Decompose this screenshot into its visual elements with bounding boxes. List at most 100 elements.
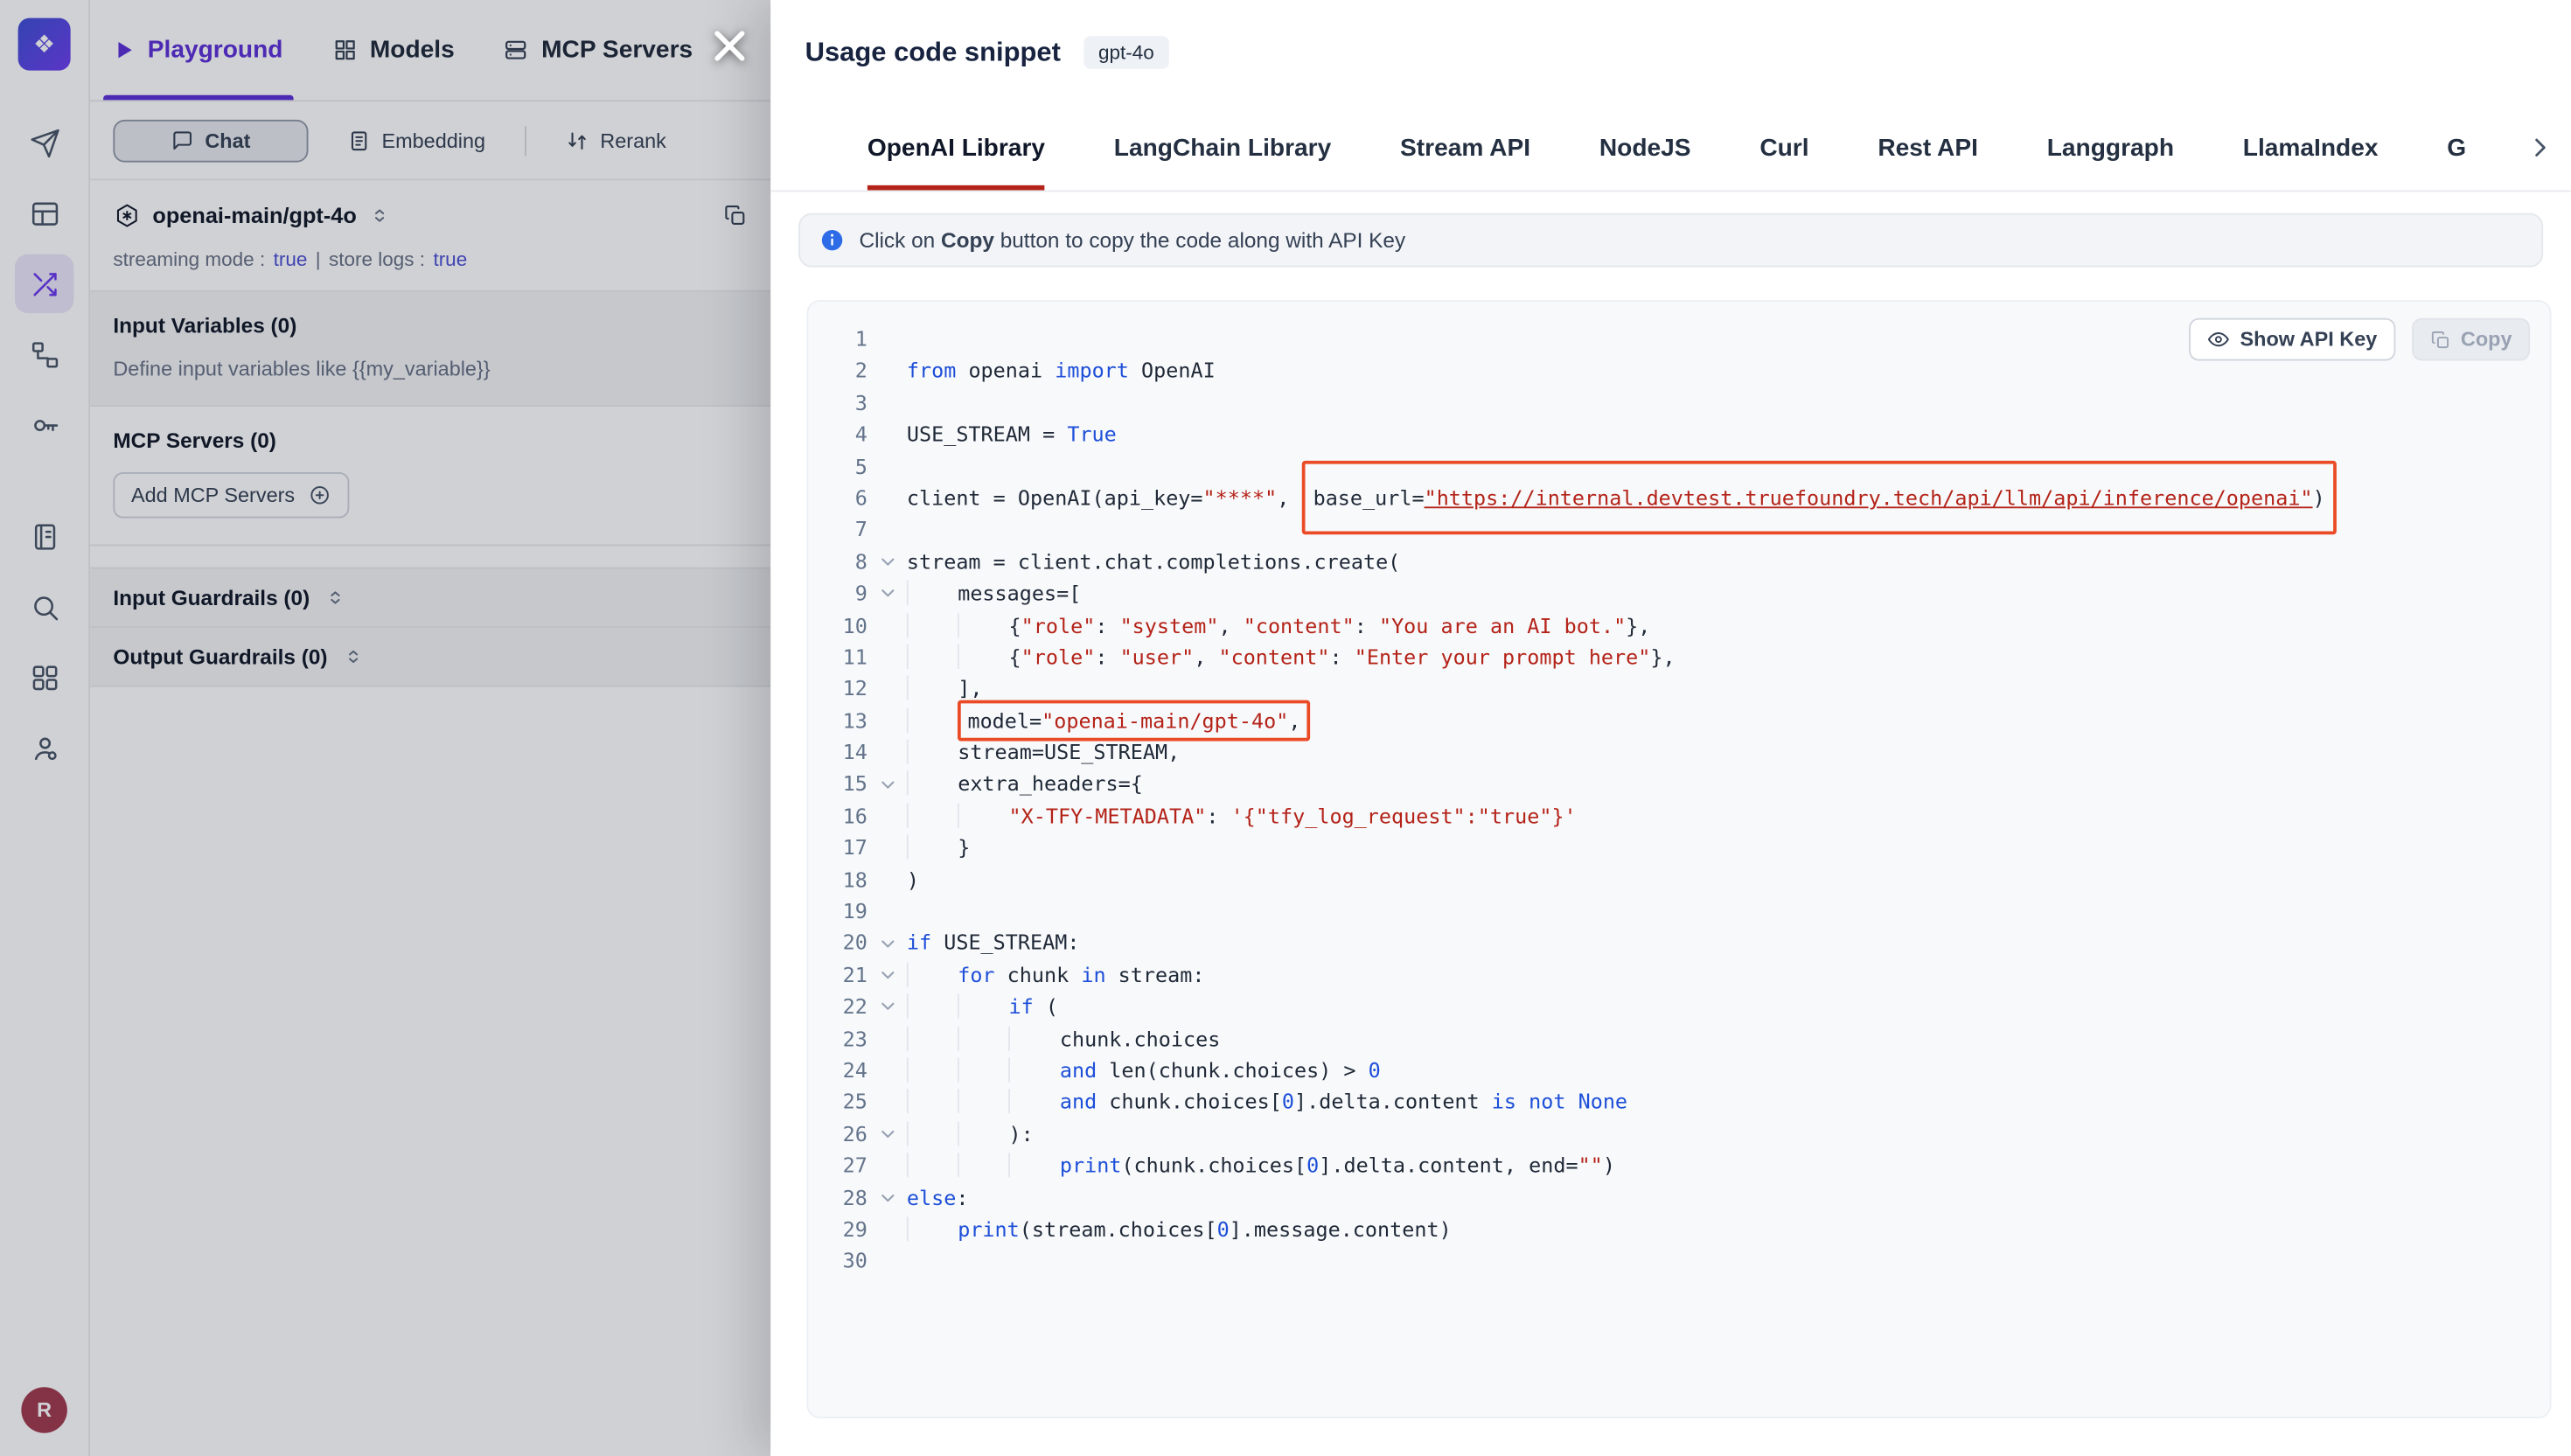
line-number: 19	[819, 895, 867, 927]
fold-toggle-icon[interactable]	[867, 768, 907, 799]
fold-gutter	[867, 418, 907, 449]
line-number: 30	[819, 1245, 867, 1277]
line-number: 24	[819, 1055, 867, 1086]
fold-gutter	[867, 1213, 907, 1244]
info-banner-text: Click on Copy button to copy the code al…	[860, 228, 1406, 253]
code-line: 10 {"role": "system", "content": "You ar…	[819, 610, 2550, 641]
fold-toggle-icon[interactable]	[867, 577, 907, 609]
drawer-tab-rest-api[interactable]: Rest API	[1878, 105, 1978, 191]
drawer-tab-stream-api[interactable]: Stream API	[1400, 105, 1530, 191]
line-number: 10	[819, 610, 867, 641]
fold-gutter	[867, 514, 907, 546]
code-line: 16 "X-TFY-METADATA": '{"tfy_log_request"…	[819, 800, 2550, 832]
fold-toggle-icon[interactable]	[867, 1118, 907, 1149]
drawer-tab-langchain-library[interactable]: LangChain Library	[1114, 105, 1331, 191]
code-line: 26 ):	[819, 1118, 2550, 1149]
info-icon	[820, 228, 845, 253]
code-line: 4USE_STREAM = True	[819, 418, 2550, 449]
fold-gutter	[867, 482, 907, 513]
code-line: 18)	[819, 863, 2550, 895]
line-number: 28	[819, 1181, 867, 1213]
line-number: 15	[819, 768, 867, 799]
code-line: 22 if (	[819, 991, 2550, 1022]
drawer-tab-g[interactable]: G	[2447, 105, 2466, 191]
code-line: 20if USE_STREAM:	[819, 927, 2550, 958]
line-number: 6	[819, 482, 867, 513]
line-number: 29	[819, 1213, 867, 1244]
modal-backdrop[interactable]	[0, 0, 770, 1456]
model-badge: gpt-4o	[1083, 36, 1169, 69]
line-number: 9	[819, 577, 867, 609]
copy-button[interactable]: Copy	[2412, 318, 2530, 361]
fold-gutter	[867, 387, 907, 418]
drawer-tab-openai-library[interactable]: OpenAI Library	[867, 105, 1045, 191]
fold-toggle-icon[interactable]	[867, 927, 907, 958]
line-number: 4	[819, 418, 867, 449]
fold-toggle-icon[interactable]	[867, 546, 907, 577]
line-number: 23	[819, 1022, 867, 1054]
highlight-box: model="openai-main/gpt-4o",	[958, 700, 1311, 741]
copy-icon	[2429, 329, 2450, 350]
line-number: 12	[819, 672, 867, 704]
code-line: 21 for chunk in stream:	[819, 959, 2550, 991]
code-actions: Show API Key Copy	[2189, 318, 2530, 361]
fold-gutter	[867, 895, 907, 927]
fold-toggle-icon[interactable]	[867, 959, 907, 991]
code-line: 8stream = client.chat.completions.create…	[819, 546, 2550, 577]
fold-toggle-icon[interactable]	[867, 991, 907, 1022]
drawer-tab-langgraph[interactable]: Langgraph	[2047, 105, 2174, 191]
copy-label: Copy	[2461, 328, 2512, 351]
line-number: 18	[819, 863, 867, 895]
fold-gutter	[867, 1022, 907, 1054]
line-number: 17	[819, 832, 867, 863]
code-line: 24 and len(chunk.choices) > 0	[819, 1055, 2550, 1086]
fold-gutter	[867, 736, 907, 768]
line-number: 11	[819, 641, 867, 672]
code-line: 23 chunk.choices	[819, 1022, 2550, 1054]
eye-icon	[2207, 328, 2230, 351]
drawer-header: Usage code snippet gpt-4o	[770, 0, 2571, 105]
code-line: 15 extra_headers={	[819, 768, 2550, 799]
usage-code-drawer: Usage code snippet gpt-4o OpenAI Library…	[770, 0, 2571, 1456]
line-number: 7	[819, 514, 867, 546]
line-number: 20	[819, 927, 867, 958]
fold-toggle-icon[interactable]	[867, 1181, 907, 1213]
line-number: 2	[819, 355, 867, 387]
fold-gutter	[867, 641, 907, 672]
app-viewport: ❖ R	[0, 0, 2571, 1456]
info-banner: Click on Copy button to copy the code al…	[798, 213, 2543, 268]
line-number: 3	[819, 387, 867, 418]
drawer-tab-nodejs[interactable]: NodeJS	[1599, 105, 1691, 191]
code-line: 3	[819, 387, 2550, 418]
code-line: 9 messages=[	[819, 577, 2550, 609]
code-line: 13 model="openai-main/gpt-4o",	[819, 705, 2550, 736]
code-lines: 12from openai import OpenAI34USE_STREAM …	[808, 302, 2549, 1277]
line-number: 14	[819, 736, 867, 768]
tabs-scroll-right-icon[interactable]	[2509, 105, 2571, 191]
code-line: 30	[819, 1245, 2550, 1277]
code-line: 14 stream=USE_STREAM,	[819, 736, 2550, 768]
highlight-box: base_url="https://internal.devtest.truef…	[1301, 461, 2336, 534]
fold-gutter	[867, 863, 907, 895]
fold-gutter	[867, 1150, 907, 1181]
drawer-tabs: OpenAI Library LangChain Library Stream AP…	[770, 105, 2571, 192]
show-api-key-label: Show API Key	[2240, 328, 2378, 351]
line-number: 22	[819, 991, 867, 1022]
drawer-tab-llamaindex[interactable]: LlamaIndex	[2243, 105, 2379, 191]
code-panel: Show API Key Copy 12from openai import O…	[807, 300, 2552, 1418]
line-number: 16	[819, 800, 867, 832]
line-number: 5	[819, 450, 867, 482]
fold-gutter	[867, 832, 907, 863]
fold-gutter	[867, 1086, 907, 1118]
fold-gutter	[867, 1245, 907, 1277]
show-api-key-button[interactable]: Show API Key	[2189, 318, 2394, 361]
line-number: 8	[819, 546, 867, 577]
drawer-title: Usage code snippet	[805, 37, 1061, 68]
fold-gutter	[867, 1055, 907, 1086]
line-number: 27	[819, 1150, 867, 1181]
close-icon[interactable]	[708, 24, 751, 67]
code-line: 11 {"role": "user", "content": "Enter yo…	[819, 641, 2550, 672]
code-line: 27 print(chunk.choices[0].delta.content,…	[819, 1150, 2550, 1181]
drawer-tab-curl[interactable]: Curl	[1759, 105, 1808, 191]
code-line: 29 print(stream.choices[0].message.conte…	[819, 1213, 2550, 1244]
